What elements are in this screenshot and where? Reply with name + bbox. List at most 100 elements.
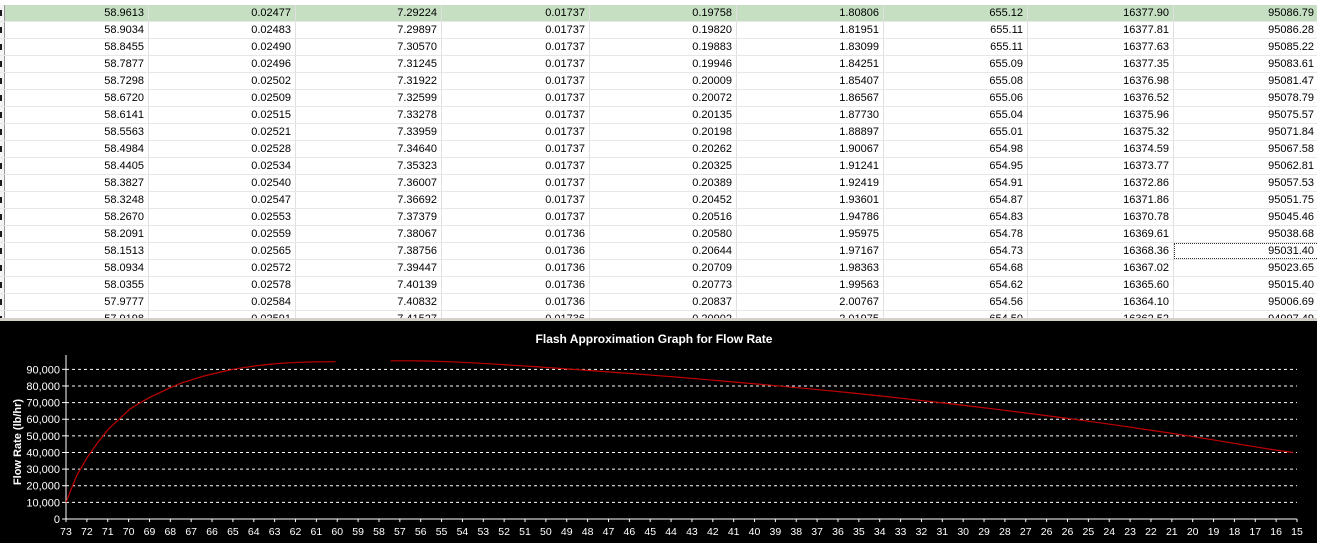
table-cell[interactable]: 1.87730 (737, 107, 884, 123)
table-cell[interactable]: 0.01736 (442, 294, 590, 310)
table-cell[interactable]: 7.34640 (296, 141, 442, 157)
table-cell[interactable]: 0.20580 (590, 226, 737, 242)
table-cell[interactable]: 58.7877 (5, 56, 149, 72)
table-cell[interactable]: 95075.57 (1174, 107, 1317, 123)
table-cell[interactable]: 7.36692 (296, 192, 442, 208)
table-cell[interactable]: 655.08 (884, 73, 1028, 89)
table-row[interactable]: 58.7298 0.02502 7.31922 0.01737 0.20009 1.854… (0, 73, 1317, 90)
table-row[interactable]: 58.6141 0.02515 7.33278 0.01737 0.20135 1.877… (0, 107, 1317, 124)
table-cell[interactable]: 16362.52 (1028, 311, 1174, 318)
table-cell[interactable]: 0.01737 (442, 175, 590, 191)
table-cell[interactable]: 0.01736 (442, 311, 590, 318)
table-cell[interactable]: 16377.90 (1028, 5, 1174, 21)
table-cell[interactable]: 0.20773 (590, 277, 737, 293)
table-cell[interactable]: 0.01736 (442, 243, 590, 259)
table-cell[interactable]: 0.01737 (442, 192, 590, 208)
table-row[interactable]: 58.5563 0.02521 7.33959 0.01737 0.20198 1.888… (0, 124, 1317, 141)
table-cell[interactable]: 0.02515 (149, 107, 296, 123)
table-cell[interactable]: 0.02591 (149, 311, 296, 318)
table-cell[interactable]: 95085.22 (1174, 39, 1317, 55)
table-row[interactable]: 58.3248 0.02547 7.36692 0.01737 0.20452 1.936… (0, 192, 1317, 209)
table-cell[interactable]: 95062.81 (1174, 158, 1317, 174)
table-cell[interactable]: 7.40832 (296, 294, 442, 310)
table-cell[interactable]: 58.3248 (5, 192, 149, 208)
table-cell[interactable]: 57.9198 (5, 311, 149, 318)
table-cell[interactable]: 0.01737 (442, 141, 590, 157)
table-cell[interactable]: 16367.02 (1028, 260, 1174, 276)
table-cell[interactable]: 58.0355 (5, 277, 149, 293)
table-cell[interactable]: 0.02565 (149, 243, 296, 259)
table-cell[interactable]: 0.02559 (149, 226, 296, 242)
table-cell[interactable]: 0.20644 (590, 243, 737, 259)
table-cell[interactable]: 7.41527 (296, 311, 442, 318)
table-cell[interactable]: 0.19946 (590, 56, 737, 72)
table-cell[interactable]: 16369.61 (1028, 226, 1174, 242)
table-row[interactable]: 58.3827 0.02540 7.36007 0.01737 0.20389 1.924… (0, 175, 1317, 192)
table-cell[interactable]: 654.62 (884, 277, 1028, 293)
table-cell[interactable]: 654.98 (884, 141, 1028, 157)
table-cell[interactable]: 1.83099 (737, 39, 884, 55)
table-row[interactable]: 58.8455 0.02490 7.30570 0.01737 0.19883 1.830… (0, 39, 1317, 56)
table-cell[interactable]: 0.01736 (442, 260, 590, 276)
table-cell[interactable]: 7.36007 (296, 175, 442, 191)
table-cell[interactable]: 0.01736 (442, 226, 590, 242)
table-cell[interactable]: 0.02528 (149, 141, 296, 157)
table-cell[interactable]: 0.01736 (442, 277, 590, 293)
table-cell[interactable]: 654.87 (884, 192, 1028, 208)
table-cell[interactable]: 0.19820 (590, 22, 737, 38)
table-cell[interactable]: 7.39447 (296, 260, 442, 276)
table-cell[interactable]: 0.20262 (590, 141, 737, 157)
table-cell[interactable]: 0.20135 (590, 107, 737, 123)
table-cell[interactable]: 1.81951 (737, 22, 884, 38)
table-cell[interactable]: 654.56 (884, 294, 1028, 310)
table-cell[interactable]: 1.85407 (737, 73, 884, 89)
table-cell[interactable]: 7.30570 (296, 39, 442, 55)
table-cell[interactable]: 0.20902 (590, 311, 737, 318)
table-row[interactable]: 58.9613 0.02477 7.29224 0.01737 0.19758 1.808… (0, 5, 1317, 22)
table-cell[interactable]: 95086.79 (1174, 5, 1317, 21)
table-cell[interactable]: 0.01737 (442, 39, 590, 55)
table-cell[interactable]: 7.33278 (296, 107, 442, 123)
table-cell[interactable]: 0.02584 (149, 294, 296, 310)
table-cell[interactable]: 0.01737 (442, 209, 590, 225)
table-cell[interactable]: 16377.35 (1028, 56, 1174, 72)
table-cell[interactable]: 0.02553 (149, 209, 296, 225)
table-row[interactable]: 58.1513 0.02565 7.38756 0.01736 0.20644 1.971… (0, 243, 1317, 260)
table-cell[interactable]: 0.02502 (149, 73, 296, 89)
table-cell[interactable]: 16374.59 (1028, 141, 1174, 157)
table-cell[interactable]: 0.02496 (149, 56, 296, 72)
table-cell[interactable]: 58.5563 (5, 124, 149, 140)
table-cell[interactable]: 1.98363 (737, 260, 884, 276)
table-cell[interactable]: 58.3827 (5, 175, 149, 191)
table-cell[interactable]: 2.00767 (737, 294, 884, 310)
table-cell[interactable]: 0.19758 (590, 5, 737, 21)
table-cell[interactable]: 95081.47 (1174, 73, 1317, 89)
table-cell[interactable]: 58.4984 (5, 141, 149, 157)
table-cell[interactable]: 654.83 (884, 209, 1028, 225)
table-cell[interactable]: 95083.61 (1174, 56, 1317, 72)
table-cell[interactable]: 0.02509 (149, 90, 296, 106)
table-cell[interactable]: 0.02521 (149, 124, 296, 140)
table-cell[interactable]: 58.2091 (5, 226, 149, 242)
table-cell[interactable]: 2.01975 (737, 311, 884, 318)
table-cell[interactable]: 58.7298 (5, 73, 149, 89)
table-cell[interactable]: 16375.96 (1028, 107, 1174, 123)
table-cell[interactable]: 58.6141 (5, 107, 149, 123)
table-cell[interactable]: 1.88897 (737, 124, 884, 140)
table-cell[interactable]: 7.35323 (296, 158, 442, 174)
table-cell[interactable]: 654.78 (884, 226, 1028, 242)
table-cell[interactable]: 95015.40 (1174, 277, 1317, 293)
table-cell[interactable]: 655.12 (884, 5, 1028, 21)
table-cell[interactable]: 95031.40 (1174, 243, 1317, 259)
table-cell[interactable]: 0.02540 (149, 175, 296, 191)
table-cell[interactable]: 16371.86 (1028, 192, 1174, 208)
table-cell[interactable]: 58.2670 (5, 209, 149, 225)
table-cell[interactable]: 0.01737 (442, 22, 590, 38)
table-row[interactable]: 58.4405 0.02534 7.35323 0.01737 0.20325 1.912… (0, 158, 1317, 175)
table-cell[interactable]: 16365.60 (1028, 277, 1174, 293)
table-cell[interactable]: 7.31245 (296, 56, 442, 72)
table-cell[interactable]: 0.20516 (590, 209, 737, 225)
table-cell[interactable]: 7.37379 (296, 209, 442, 225)
table-cell[interactable]: 654.68 (884, 260, 1028, 276)
table-cell[interactable]: 654.50 (884, 311, 1028, 318)
